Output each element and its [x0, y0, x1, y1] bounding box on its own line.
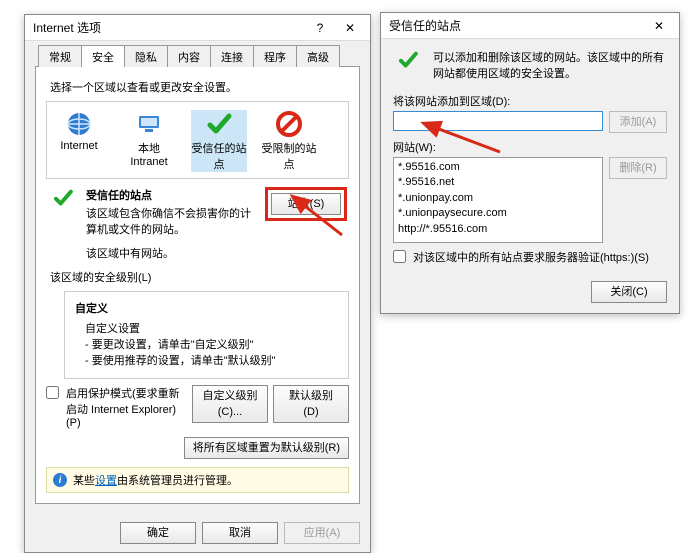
dialog-title: Internet 选项 — [33, 19, 101, 36]
tab-privacy[interactable]: 隐私 — [124, 45, 168, 67]
security-level-group: 自定义 自定义设置 - 要更改设置，请单击"自定义级别" - 要使用推荐的设置，… — [64, 291, 349, 379]
zone-list: Internet 本地 Intranet 受信任的站点 — [46, 101, 349, 179]
reset-all-button[interactable]: 将所有区域重置为默认级别(R) — [184, 437, 349, 459]
zone-label: 受信任的站点 — [191, 140, 247, 172]
security-level-label: 该区域的安全级别(L) — [50, 269, 349, 285]
zone-desc-title: 受信任的站点 — [86, 187, 257, 203]
header-text: 可以添加和删除该区域的网站。该区域中的所有网站都使用区域的安全设置。 — [433, 49, 667, 81]
check-icon — [48, 187, 78, 209]
tab-advanced[interactable]: 高级 — [296, 45, 340, 67]
sites-listbox[interactable]: *.95516.com *.95516.net *.unionpay.com *… — [393, 157, 603, 243]
require-https-checkbox[interactable] — [393, 250, 406, 263]
tab-panel-security: 选择一个区域以查看或更改安全设置。 Internet 本地 Intranet — [35, 66, 360, 504]
list-item[interactable]: *.95516.com — [398, 160, 598, 175]
help-button[interactable]: ? — [306, 17, 334, 39]
sites-button[interactable]: 站点(S) — [271, 193, 341, 215]
add-site-label: 将该网站添加到区域(D): — [393, 93, 667, 109]
info-bar: i 某些设置由系统管理员进行管理。 — [46, 467, 349, 493]
zone-label: 受限制的站点 — [261, 140, 317, 172]
apply-button[interactable]: 应用(A) — [284, 522, 360, 544]
tab-connections[interactable]: 连接 — [210, 45, 254, 67]
trusted-sites-dialog: 受信任的站点 ✕ 可以添加和删除该区域的网站。该区域中的所有网站都使用区域的安全… — [380, 12, 680, 314]
tab-general[interactable]: 常规 — [38, 45, 82, 67]
zone-desc-note: 该区域中有网站。 — [86, 245, 257, 261]
tabs: 常规 安全 隐私 内容 连接 程序 高级 — [35, 45, 360, 67]
sites-list-label: 网站(W): — [393, 139, 667, 155]
level-line2: - 要更改设置，请单击"自定义级别" — [85, 336, 338, 352]
zone-label: Internet — [60, 140, 97, 152]
close-dialog-button[interactable]: 关闭(C) — [591, 281, 667, 303]
remove-button[interactable]: 删除(R) — [609, 157, 667, 179]
info-prefix: 某些 — [73, 475, 95, 487]
info-suffix: 由系统管理员进行管理。 — [117, 475, 238, 487]
zone-intranet[interactable]: 本地 Intranet — [121, 110, 177, 168]
list-item[interactable]: http://*.95516.com — [398, 222, 598, 237]
trusted-header: 可以添加和删除该区域的网站。该区域中的所有网站都使用区域的安全设置。 — [393, 49, 667, 81]
add-site-input[interactable] — [393, 111, 603, 131]
add-button[interactable]: 添加(A) — [609, 111, 667, 133]
zone-label: 本地 Intranet — [121, 140, 177, 168]
custom-level-button[interactable]: 自定义级别(C)... — [192, 385, 268, 423]
zone-prompt: 选择一个区域以查看或更改安全设置。 — [50, 79, 349, 95]
computer-icon — [135, 110, 163, 138]
close-button[interactable]: ✕ — [336, 17, 364, 39]
list-item[interactable]: *.unionpaysecure.com — [398, 206, 598, 221]
protected-mode-checkbox[interactable] — [46, 386, 59, 399]
check-icon — [393, 49, 423, 71]
list-item[interactable]: *.95516.net — [398, 175, 598, 190]
require-https-label: 对该区域中的所有站点要求服务器验证(https:)(S) — [413, 249, 649, 265]
level-line3: - 要使用推荐的设置，请单击"默认级别" — [85, 352, 338, 368]
tab-programs[interactable]: 程序 — [253, 45, 297, 67]
info-icon: i — [53, 473, 67, 487]
check-icon — [205, 110, 233, 138]
globe-icon — [65, 110, 93, 138]
info-link[interactable]: 设置 — [95, 475, 117, 487]
dialog-title: 受信任的站点 — [389, 17, 461, 34]
internet-options-dialog: Internet 选项 ? ✕ 常规 安全 隐私 内容 连接 程序 高级 选择一… — [24, 14, 371, 553]
zone-desc-body: 该区域包含你确信不会损害你的计算机或文件的网站。 — [86, 205, 256, 237]
prohibited-icon — [275, 110, 303, 138]
close-button[interactable]: ✕ — [645, 15, 673, 37]
tab-content[interactable]: 内容 — [167, 45, 211, 67]
cancel-button[interactable]: 取消 — [202, 522, 278, 544]
zone-restricted[interactable]: 受限制的站点 — [261, 110, 317, 172]
level-line1: 自定义设置 — [85, 320, 338, 336]
sites-highlight: 站点(S) — [265, 187, 347, 221]
level-title: 自定义 — [75, 300, 338, 316]
ok-button[interactable]: 确定 — [120, 522, 196, 544]
zone-description: 受信任的站点 该区域包含你确信不会损害你的计算机或文件的网站。 该区域中有网站。… — [46, 187, 349, 261]
default-level-button[interactable]: 默认级别(D) — [273, 385, 349, 423]
protected-mode-label: 启用保护模式(要求重新启动 Internet Explorer)(P) — [66, 385, 188, 429]
list-item[interactable]: *.unionpay.com — [398, 191, 598, 206]
zone-trusted[interactable]: 受信任的站点 — [191, 110, 247, 172]
zone-internet[interactable]: Internet — [51, 110, 107, 152]
tab-security[interactable]: 安全 — [81, 45, 125, 67]
